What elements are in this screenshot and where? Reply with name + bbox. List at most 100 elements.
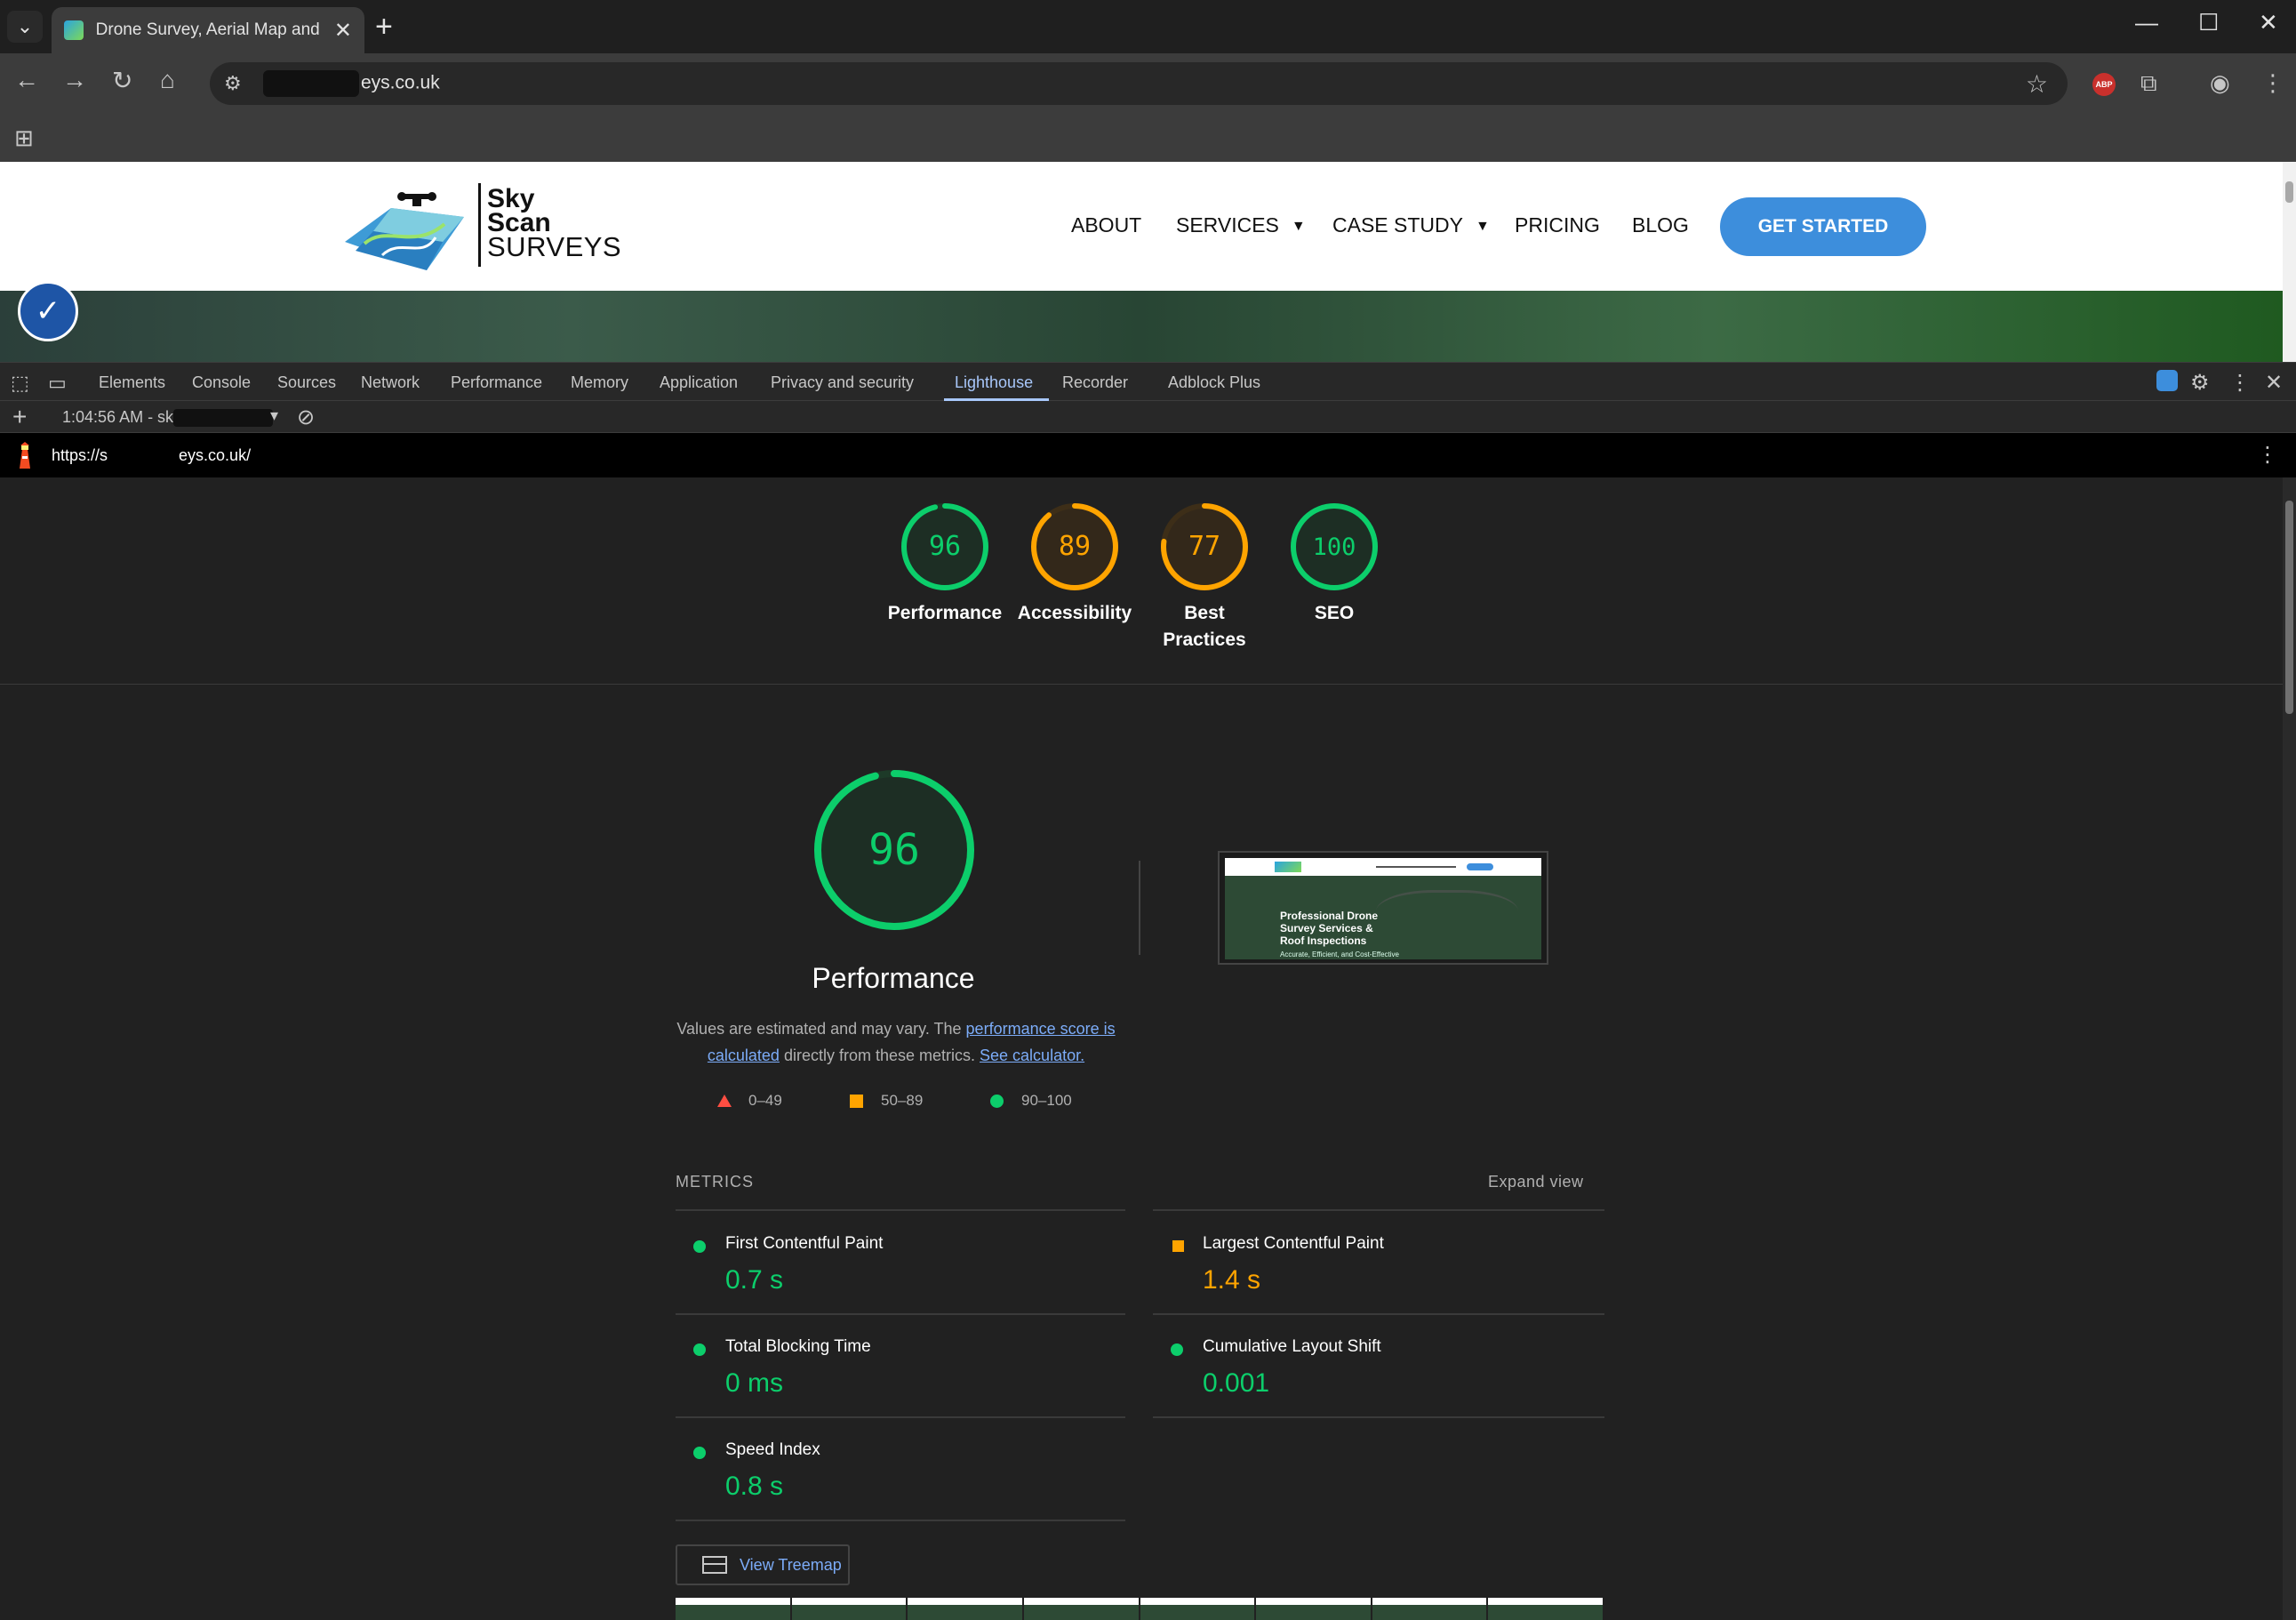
site-scrollbar[interactable] [2283,162,2296,362]
metrics-rule [676,1209,1125,1211]
skyscan-logo-map-icon[interactable] [338,188,471,273]
fail-triangle-icon [717,1095,732,1107]
maximize-icon[interactable]: ☐ [2198,9,2219,36]
nav-services[interactable]: SERVICES ▼ [1176,213,1306,237]
score-gauge[interactable]: 100 SEO [1259,502,1410,627]
apps-grid-icon[interactable]: ⊞ [14,124,34,152]
browser-tab[interactable]: Drone Survey, Aerial Map and I ✕ [52,7,364,53]
screenshot-separator [1139,861,1140,955]
browser-toolbar: ← → ↻ ⌂ ⚙ eys.co.uk ☆ ⧉ ◉ ⋮ [0,53,2296,114]
expand-view-toggle[interactable]: Expand view [1488,1173,1584,1191]
metric-value: 0.001 [1203,1368,1270,1398]
report-scrollbar[interactable] [2283,477,2296,1620]
devtools-tab-memory[interactable]: Memory [571,373,628,392]
devtools-tab-lighthouse[interactable]: Lighthouse [955,373,1033,392]
devtools-tab-adblock-plus[interactable]: Adblock Plus [1168,373,1260,392]
final-screenshot-thumbnail[interactable]: Professional Drone Survey Services & Roo… [1218,851,1548,965]
view-treemap-label: View Treemap [740,1555,842,1574]
site-info-icon[interactable]: ⚙ [224,72,263,95]
view-treemap-button[interactable]: View Treemap [676,1544,850,1585]
accessibility-widget-icon[interactable]: ✓ [18,281,78,341]
score-gauge[interactable]: 96 Performance [869,502,1020,627]
metrics-rule [1153,1209,1604,1211]
metric-name: First Contentful Paint [725,1234,884,1253]
filmstrip-frame[interactable] [1140,1598,1257,1620]
nav-blog[interactable]: BLOG [1632,213,1689,237]
lighthouse-logo-icon [20,442,30,469]
devtools-tab-performance[interactable]: Performance [451,373,542,392]
score-gauge[interactable]: 77 Best Practices [1129,502,1280,654]
filmstrip [676,1598,1604,1620]
logo-line-surveys: SURVEYS [487,231,622,262]
filmstrip-frame[interactable] [791,1598,908,1620]
filmstrip-frame[interactable] [1023,1598,1140,1620]
see-calculator-link[interactable]: See calculator. [980,1047,1084,1064]
browser-tab-strip: ⌄ Drone Survey, Aerial Map and I ✕ + — ☐… [0,0,2296,53]
devtools-tab-recorder[interactable]: Recorder [1062,373,1128,392]
report-divider [0,684,2283,685]
metrics-rule [676,1313,1125,1315]
treemap-icon [702,1556,727,1574]
minimize-icon[interactable]: — [2135,9,2158,36]
filmstrip-frame[interactable] [1372,1598,1489,1620]
devtools-tab-console[interactable]: Console [192,373,251,392]
performance-big-gauge: 96 [814,770,974,930]
nav-pricing[interactable]: PRICING [1515,213,1600,237]
logo-line-sky: Sky [487,184,535,213]
site-scrollbar-thumb[interactable] [2285,181,2293,203]
performance-description: Values are estimated and may vary. The p… [665,1015,1127,1069]
site-header: Sky Scan SURVEYS ABOUT SERVICES ▼ CASE ST… [0,162,2283,291]
redaction-block [263,70,359,97]
tab-search-chevron-icon[interactable]: ⌄ [7,11,43,43]
profile-icon[interactable]: ◉ [2210,69,2230,97]
device-toolbar-icon[interactable]: ▭ [48,372,67,395]
forward-arrow-icon[interactable]: → [62,66,87,94]
pass-circle-icon [1171,1343,1183,1356]
score-gauge[interactable]: 89 Accessibility [999,502,1150,627]
extensions-puzzle-icon[interactable]: ⧉ [2140,69,2157,98]
nav-case-study[interactable]: CASE STUDY ▼ [1332,213,1490,237]
devtools-ai-assistant-icon[interactable] [2156,370,2178,391]
devtools-tab-application[interactable]: Application [660,373,738,392]
bookmark-star-icon[interactable]: ☆ [2026,69,2048,99]
tab-title: Drone Survey, Aerial Map and I [95,20,324,39]
skyscan-logo-text[interactable]: Sky Scan SURVEYS [487,184,622,262]
devtools-menu-icon[interactable]: ⋮ [2229,370,2251,396]
report-url[interactable]: https://s eys.co.uk/ [52,446,251,465]
filmstrip-frame[interactable] [908,1598,1024,1620]
back-arrow-icon[interactable]: ← [14,66,39,94]
get-started-button[interactable]: GET STARTED [1720,197,1926,256]
devtools-tab-elements[interactable]: Elements [99,373,165,392]
devtools-tab-network[interactable]: Network [361,373,420,392]
filmstrip-frame[interactable] [1488,1598,1604,1620]
new-tab-plus-icon[interactable]: + [375,11,393,43]
adblock-plus-icon[interactable]: ABP [2092,73,2116,96]
filmstrip-frame[interactable] [676,1598,792,1620]
report-dropdown-caret-icon[interactable]: ▾ [270,406,278,425]
devtools-tab-privacy-security[interactable]: Privacy and security [771,373,914,392]
legend-average-range: 50–89 [881,1092,924,1109]
score-gauge-ring: 89 [1031,503,1118,590]
bookmarks-bar: ⊞ [0,114,2296,162]
report-selector[interactable]: 1:04:56 AM - sk [62,408,274,428]
clear-reports-icon[interactable]: ⊘ [297,405,315,430]
pass-circle-icon [990,1094,1004,1108]
home-icon[interactable]: ⌂ [160,66,175,94]
filmstrip-frame[interactable] [1256,1598,1372,1620]
window-close-icon[interactable]: ✕ [2259,9,2278,36]
inspect-element-icon[interactable]: ⬚ [11,372,29,395]
nav-about[interactable]: ABOUT [1071,213,1141,237]
tab-close-icon[interactable]: ✕ [334,18,352,44]
report-scrollbar-thumb[interactable] [2285,501,2293,714]
new-report-plus-icon[interactable]: + [12,403,27,431]
big-gauge-score: 96 [868,825,920,875]
chrome-menu-icon[interactable]: ⋮ [2261,69,2284,97]
reload-icon[interactable]: ↻ [112,66,132,95]
devtools-close-icon[interactable]: ✕ [2265,370,2283,396]
report-menu-icon[interactable]: ⋮ [2257,442,2278,468]
devtools-settings-gear-icon[interactable]: ⚙ [2190,370,2210,396]
address-bar[interactable]: ⚙ eys.co.uk ☆ [210,62,2068,105]
gauge-score: 96 [929,531,961,562]
devtools-tab-sources[interactable]: Sources [277,373,336,392]
services-caret-icon: ▼ [1291,218,1306,234]
